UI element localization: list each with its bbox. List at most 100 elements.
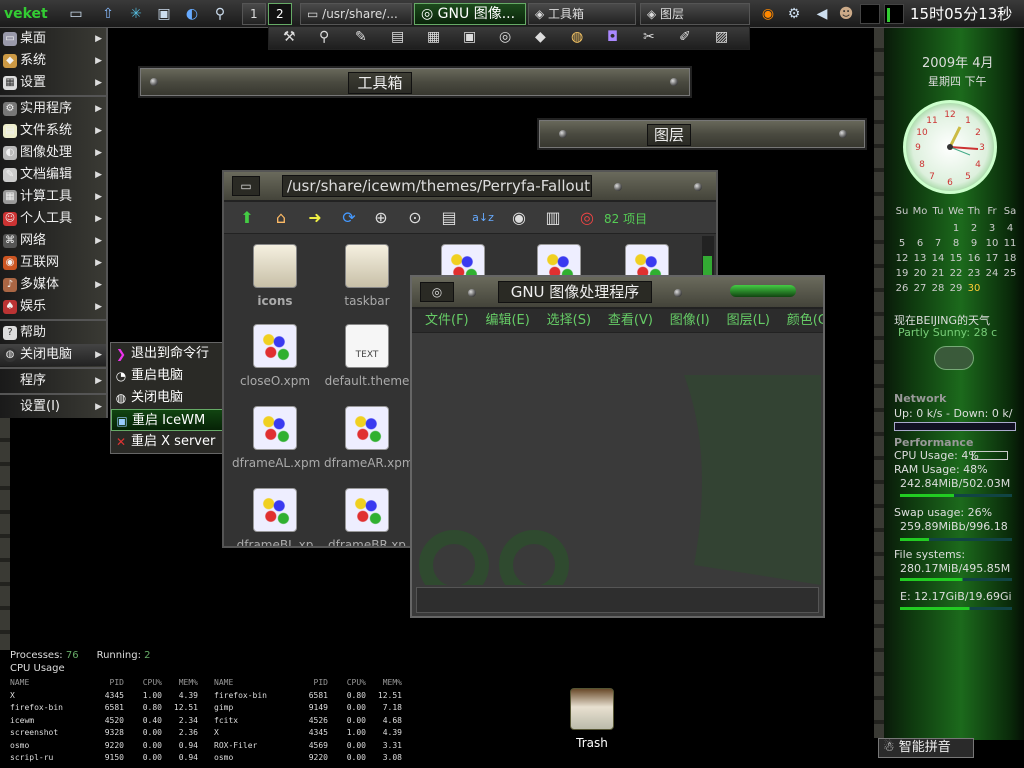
menu-item-personal[interactable]: ☺ 个人工具 ▶ bbox=[0, 208, 106, 230]
menu-item-calculator[interactable]: ▦ 计算工具 ▶ bbox=[0, 186, 106, 208]
book-icon[interactable]: ▦ bbox=[427, 29, 440, 45]
calendar-day: 14 bbox=[931, 253, 945, 264]
menu-item-system[interactable]: ◆ 系统 ▶ bbox=[0, 50, 106, 72]
chevron-right-icon: ▶ bbox=[95, 402, 102, 412]
xpm-image-icon bbox=[253, 324, 297, 368]
trash-desktop-icon[interactable]: Trash bbox=[566, 688, 618, 752]
rocket-icon[interactable]: ⇧ bbox=[98, 4, 118, 24]
list-view-icon[interactable]: ▥ bbox=[542, 207, 564, 229]
file-dframeAL-xpm[interactable]: dframeAL.xpm bbox=[232, 400, 320, 480]
tool-icon[interactable]: ✂ bbox=[643, 29, 655, 45]
menu-item-graphics[interactable]: ◐ 图像处理 ▶ bbox=[0, 142, 106, 164]
details-view-icon[interactable]: ▤ bbox=[438, 207, 460, 229]
task-layers[interactable]: ◈ 图层 bbox=[640, 3, 750, 25]
user-icon[interactable]: ☻ bbox=[836, 4, 856, 24]
menu-item-document[interactable]: ✎ 文档编辑 ▶ bbox=[0, 164, 106, 186]
window-menu-icon[interactable]: ▭ bbox=[232, 176, 260, 196]
display-icon[interactable]: ▣ bbox=[463, 29, 476, 45]
menu-item-network[interactable]: ⌘ 网络 ▶ bbox=[0, 230, 106, 252]
task-filemanager[interactable]: ▭ /usr/share/... bbox=[300, 3, 412, 25]
gear-icon[interactable]: ⚙ bbox=[784, 4, 804, 24]
menu-item-desktop[interactable]: ▭ 桌面 ▶ bbox=[0, 28, 106, 50]
sort-icon[interactable]: a↓z bbox=[472, 207, 494, 229]
layers-panel[interactable]: 图层 bbox=[537, 118, 867, 150]
menu-layer[interactable]: 图层(L) bbox=[727, 309, 770, 332]
home-icon[interactable]: ⌂ bbox=[270, 207, 292, 229]
task-gimp[interactable]: ◎ GNU 图像... bbox=[414, 3, 526, 25]
svg-text:8: 8 bbox=[919, 160, 925, 170]
process-cell: 0.00 bbox=[142, 740, 162, 750]
search-icon[interactable]: ⚲ bbox=[210, 4, 230, 24]
menu-item-games[interactable]: ♠ 娱乐 ▶ bbox=[0, 296, 106, 318]
menu-item-settings-i[interactable]: 设置(I) ▶ bbox=[0, 396, 106, 418]
menu-view[interactable]: 查看(V) bbox=[608, 309, 653, 332]
ime-indicator[interactable]: ☃ 智能拼音 bbox=[878, 738, 974, 758]
menu-item-shutdown[interactable]: ◍ 关闭电脑 ▶ bbox=[0, 344, 106, 366]
svg-text:11: 11 bbox=[926, 116, 937, 126]
running-label: Running: bbox=[96, 650, 141, 661]
start-logo[interactable]: veket bbox=[4, 3, 54, 25]
menu-file[interactable]: 文件(F) bbox=[425, 309, 469, 332]
volume-icon[interactable]: ◀ bbox=[812, 4, 832, 24]
toolbox-panel[interactable]: 工具箱 bbox=[138, 66, 692, 98]
disc-icon[interactable]: ◎ bbox=[499, 29, 511, 45]
submenu-exit-to-console[interactable]: ❯ 退出到命令行 bbox=[111, 343, 225, 365]
file-dframeAR-xpm[interactable]: dframeAR.xpm bbox=[324, 400, 414, 480]
image-icon[interactable]: ▨ bbox=[715, 29, 728, 45]
file-taskbar-folder[interactable]: taskbar bbox=[324, 238, 410, 318]
zoom-in-icon[interactable]: ⊕ bbox=[370, 207, 392, 229]
monitor-icon[interactable]: ▣ bbox=[154, 4, 174, 24]
workspace-2[interactable]: 2 bbox=[268, 3, 292, 25]
file-dframeBR-xpm[interactable]: dframeBR.xp bbox=[324, 482, 410, 546]
menu-item-internet[interactable]: ◉ 互联网 ▶ bbox=[0, 252, 106, 274]
submenu-restart-icewm[interactable]: ▣ 重启 IceWM bbox=[111, 409, 225, 431]
brush-icon[interactable]: ✐ bbox=[679, 29, 691, 45]
zoom-fit-icon[interactable]: ⊙ bbox=[404, 207, 426, 229]
up-arrow-icon[interactable]: ⬆ bbox=[236, 207, 258, 229]
desktop-icon[interactable]: ▭ bbox=[66, 4, 86, 24]
menu-item-multimedia[interactable]: ♪ 多媒体 ▶ bbox=[0, 274, 106, 296]
workspace-1[interactable]: 1 bbox=[242, 3, 266, 25]
layers-title: 图层 bbox=[647, 124, 691, 146]
gimp-icon[interactable]: ◎ bbox=[420, 282, 454, 302]
task-toolbox[interactable]: ◈ 工具箱 bbox=[528, 3, 636, 25]
submenu-restart-xserver[interactable]: ✕ 重启 X server bbox=[111, 431, 225, 453]
left-frame-decor bbox=[0, 418, 10, 650]
menu-colors[interactable]: 颜色(C) bbox=[787, 309, 823, 332]
eye-icon[interactable]: ◉ bbox=[508, 207, 530, 229]
file-icons-folder[interactable]: icons bbox=[232, 238, 318, 318]
magnifier-icon[interactable]: ⚲ bbox=[319, 29, 329, 45]
gimp-titlebar[interactable]: ◎ GNU 图像处理程序 bbox=[412, 277, 823, 309]
help-lifebuoy-icon[interactable]: ◎ bbox=[576, 207, 598, 229]
pen-icon[interactable]: ✎ bbox=[355, 29, 367, 45]
file-manager-titlebar[interactable]: ▭ /usr/share/icewm/themes/Perryfa-Fallou… bbox=[224, 172, 716, 202]
menu-item-filesystem[interactable]: ▤ 文件系统 ▶ bbox=[0, 120, 106, 142]
menu-item-utilities[interactable]: ⚙ 实用程序 ▶ bbox=[0, 98, 106, 120]
submenu-reboot[interactable]: ◔ 重启电脑 bbox=[111, 365, 225, 387]
snowflake-icon[interactable]: ✳ bbox=[126, 4, 146, 24]
refresh-icon[interactable]: ⟳ bbox=[338, 207, 360, 229]
paint-icon[interactable]: ◍ bbox=[571, 29, 583, 45]
weekday-mo: Mo bbox=[912, 206, 928, 217]
menu-item-settings[interactable]: ▦ 设置 ▶ bbox=[0, 72, 106, 94]
menu-select[interactable]: 选择(S) bbox=[547, 309, 591, 332]
menu-image[interactable]: 图像(I) bbox=[670, 309, 710, 332]
globe-icon[interactable]: ◐ bbox=[182, 4, 202, 24]
forward-icon[interactable]: ➜ bbox=[304, 207, 326, 229]
gimp-canvas[interactable] bbox=[414, 335, 821, 600]
maximize-button[interactable] bbox=[730, 285, 796, 297]
file-closeO-xpm[interactable]: closeO.xpm bbox=[232, 318, 318, 398]
menu-item-help[interactable]: ? 帮助 bbox=[0, 322, 106, 344]
firefox-icon[interactable]: ◉ bbox=[758, 4, 778, 24]
taskbar-clock[interactable]: 15时05分13秒 bbox=[910, 3, 1022, 25]
file-dframeBL-xpm[interactable]: dframeBL.xp bbox=[232, 482, 318, 546]
submenu-poweroff[interactable]: ◍ 关闭电脑 bbox=[111, 387, 225, 409]
file-default-theme[interactable]: TEXT default.theme bbox=[324, 318, 410, 398]
file-name: dframeBL.xp bbox=[236, 538, 314, 546]
wrench-icon[interactable]: ⚒ bbox=[283, 29, 296, 45]
menu-edit[interactable]: 编辑(E) bbox=[485, 309, 529, 332]
menu-item-programs[interactable]: 程序 ▶ bbox=[0, 370, 106, 392]
camera-icon[interactable]: ◘ bbox=[607, 29, 618, 45]
package-icon[interactable]: ◆ bbox=[535, 29, 546, 45]
printer-icon[interactable]: ▤ bbox=[391, 29, 404, 45]
